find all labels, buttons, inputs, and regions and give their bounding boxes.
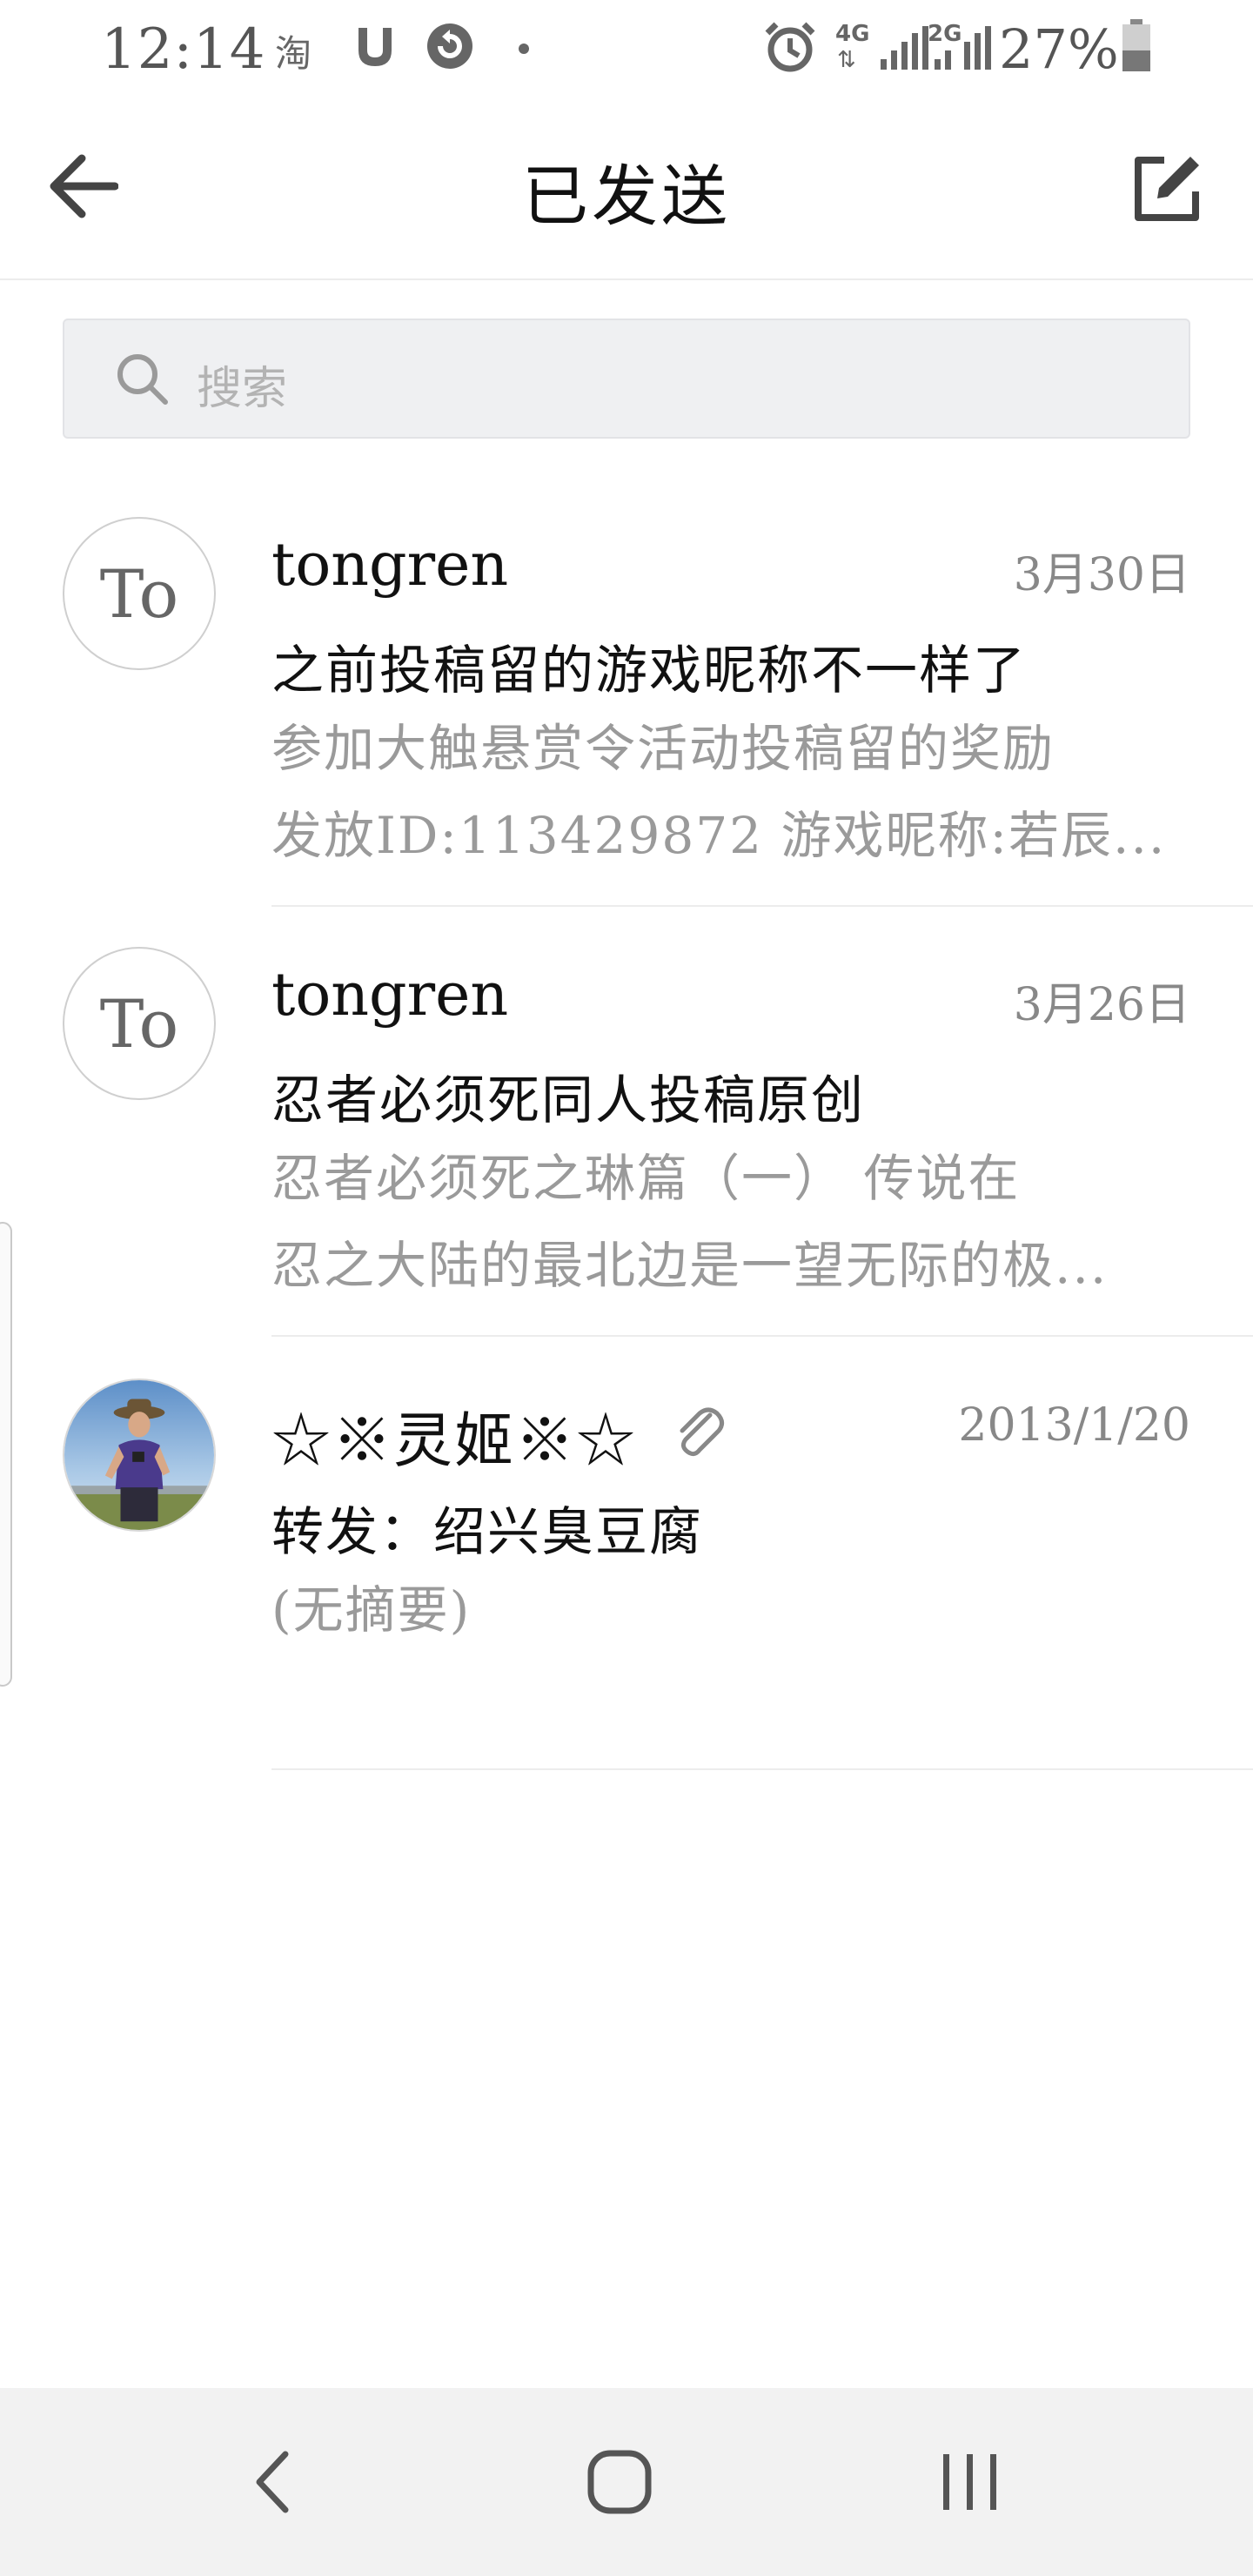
avatar: To xyxy=(63,947,216,1100)
back-nav-icon[interactable] xyxy=(247,2449,299,2515)
battery-icon xyxy=(1122,19,1150,71)
alarm-icon xyxy=(765,22,815,72)
compose-icon[interactable] xyxy=(1133,155,1201,223)
edge-panel-handle[interactable] xyxy=(0,1222,12,1687)
paperclip-icon xyxy=(680,1407,724,1457)
sync-icon xyxy=(427,23,472,69)
mail-sender: tongren xyxy=(271,961,509,1030)
taobao-icon: 淘 xyxy=(275,32,312,75)
recents-nav-icon[interactable] xyxy=(940,2449,1001,2515)
mail-list-item[interactable]: To tongren 3月30日 之前投稿留的游戏昵称不一样了 参加大触悬赏令活… xyxy=(0,517,1253,907)
signal-bars-icon xyxy=(881,26,928,70)
divider xyxy=(271,1335,1253,1337)
search-input[interactable]: 搜索 xyxy=(197,352,287,417)
4g-signal-icon: 4G ⇅ xyxy=(835,21,870,73)
mail-date: 2013/1/20 xyxy=(958,1399,1190,1452)
app-header: 已发送 xyxy=(0,96,1253,280)
gesture-icon xyxy=(358,28,392,66)
mail-subject: 之前投稿留的游戏昵称不一样了 xyxy=(271,641,1027,701)
mail-date: 3月30日 xyxy=(1013,549,1190,601)
mail-sender: ☆※灵姬※☆ xyxy=(271,1407,638,1476)
divider xyxy=(271,1768,1253,1770)
mail-preview: (无摘要) xyxy=(271,1566,1194,1654)
mail-sender: tongren xyxy=(271,531,509,600)
battery-percent: 27% xyxy=(999,17,1119,81)
search-bar[interactable]: 搜索 xyxy=(63,319,1190,439)
avatar xyxy=(63,1379,216,1532)
mail-list-item[interactable]: To tongren 3月26日 忍者必须死同人投稿原创 忍者必须死之琳篇（一）… xyxy=(0,947,1253,1337)
mail-preview: 参加大触悬赏令活动投稿留的奖励 发放ID:113429872 游戏昵称:若辰..… xyxy=(271,705,1194,879)
mail-preview-line: 参加大触悬赏令活动投稿留的奖励 xyxy=(271,719,1055,778)
notification-dot xyxy=(519,44,529,54)
mail-date: 3月26日 xyxy=(1013,979,1190,1031)
search-icon xyxy=(117,354,168,405)
mail-list-item[interactable]: ☆※灵姬※☆ 2013/1/20 转发：绍兴臭豆腐 (无摘要) xyxy=(0,1379,1253,1772)
avatar: To xyxy=(63,517,216,670)
mail-preview-line: (无摘要) xyxy=(271,1580,472,1640)
system-nav-bar xyxy=(0,2388,1253,2576)
mail-subject: 转发：绍兴臭豆腐 xyxy=(271,1502,703,1563)
home-nav-icon[interactable] xyxy=(586,2449,653,2515)
person-photo xyxy=(64,1380,214,1530)
mail-preview-line: 忍之大陆的最北边是一望无际的极... xyxy=(271,1236,1109,1295)
mail-subject: 忍者必须死同人投稿原创 xyxy=(271,1070,865,1131)
mail-preview: 忍者必须死之琳篇（一） 传说在 忍之大陆的最北边是一望无际的极... xyxy=(271,1135,1194,1309)
page-title: 已发送 xyxy=(522,158,731,235)
mail-preview-line: 忍者必须死之琳篇（一） 传说在 xyxy=(271,1149,1021,1208)
status-time: 12:14 xyxy=(101,17,266,82)
divider xyxy=(271,905,1253,907)
status-bar: 12:14 淘 4G ⇅ 2G 27% xyxy=(0,0,1253,96)
mail-preview-line: 发放ID:113429872 游戏昵称:若辰... xyxy=(271,806,1167,865)
2g-signal-icon: 2G xyxy=(928,21,1006,77)
